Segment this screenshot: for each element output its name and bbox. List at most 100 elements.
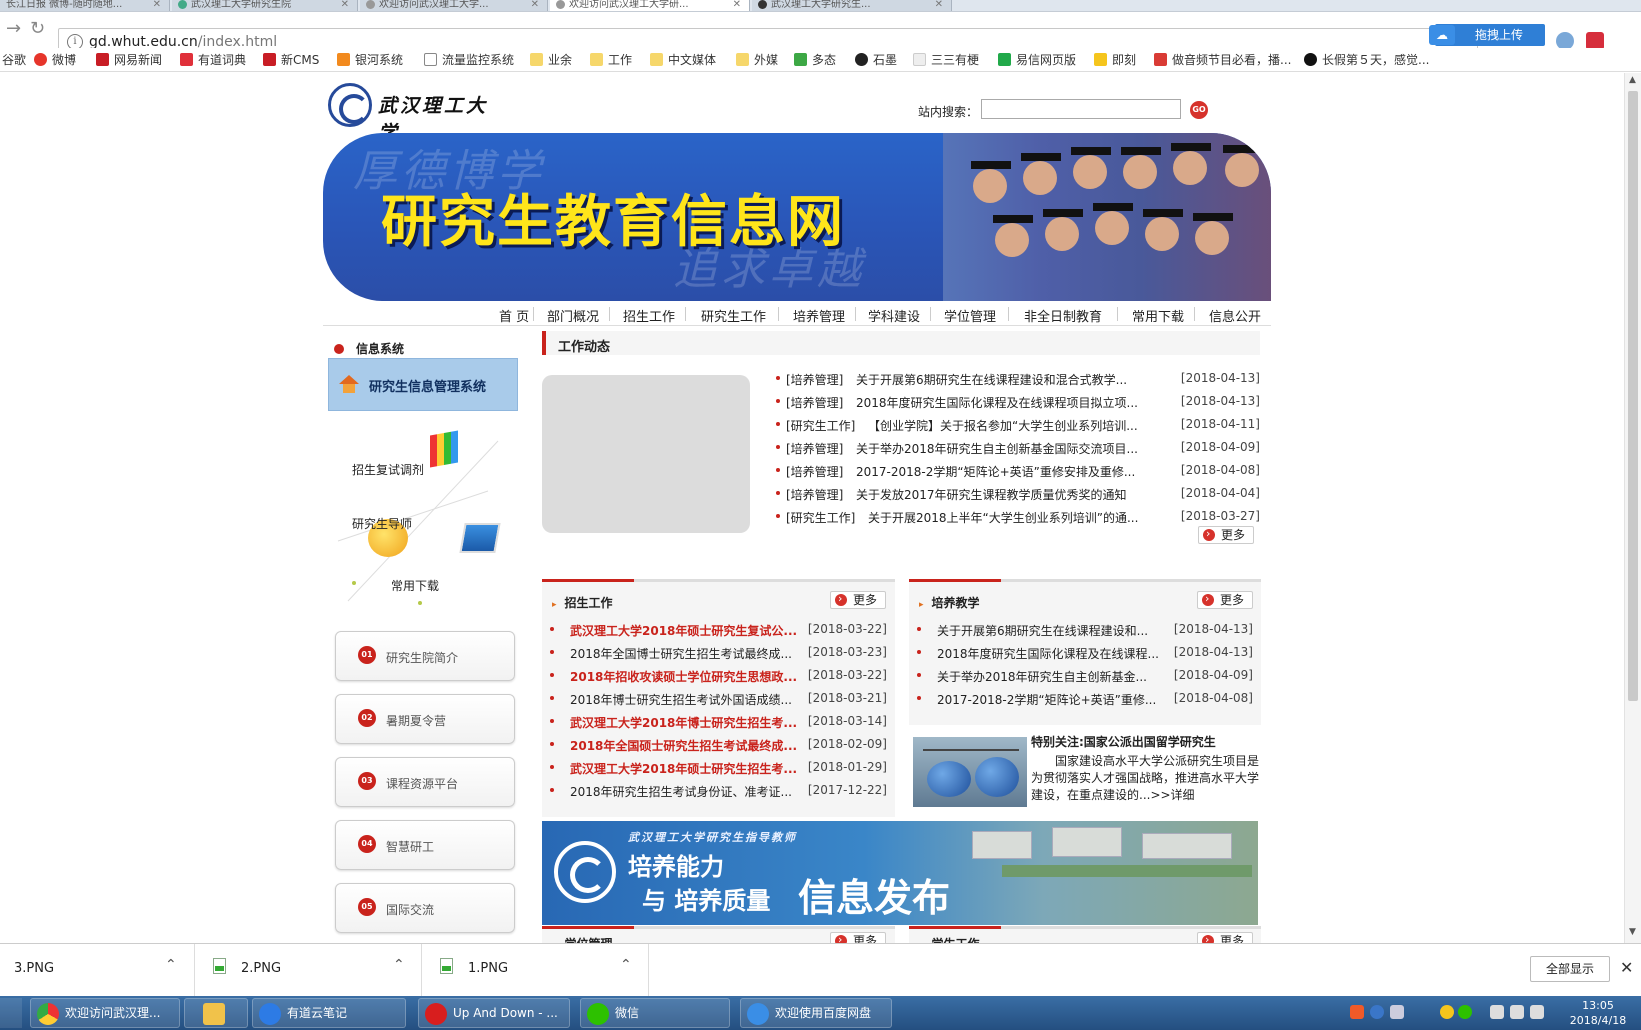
- nav-downloads[interactable]: 常用下载: [1132, 306, 1184, 325]
- more-button[interactable]: 更多: [830, 932, 886, 943]
- bookmark[interactable]: 易信网页版: [998, 52, 1076, 68]
- list-item[interactable]: [研究生工作] 【创业学院】关于报名参加“大学生创业系列培训... [2018-04…: [776, 415, 1260, 438]
- chevron-up-icon[interactable]: ⌃: [620, 957, 632, 973]
- nav-graduate-work[interactable]: 研究生工作: [701, 306, 766, 325]
- close-tab-icon[interactable]: ✕: [153, 0, 161, 10]
- nav-home[interactable]: 首 页: [499, 306, 529, 325]
- taskbar-wechat[interactable]: 微信: [580, 998, 730, 1028]
- chevron-up-icon[interactable]: ⌃: [393, 957, 405, 973]
- nav-part-time[interactable]: 非全日制教育: [1024, 306, 1102, 325]
- network-icon[interactable]: [1390, 1005, 1404, 1019]
- list-item[interactable]: 武汉理工大学2018年博士研究生招生考... [2018-03-14]: [550, 712, 887, 735]
- more-button[interactable]: 更多: [1197, 591, 1253, 609]
- bookmark[interactable]: 三三有梗: [913, 52, 979, 68]
- bookmark[interactable]: 做音频节目必看，播...: [1154, 52, 1291, 68]
- list-item[interactable]: 武汉理工大学2018年硕士研究生复试公... [2018-03-22]: [550, 620, 887, 643]
- intro-button[interactable]: 01 研究生院简介: [335, 631, 515, 681]
- browser-tab[interactable]: 武汉理工大学研究生院 ✕: [172, 0, 358, 11]
- list-item[interactable]: [培养管理] 关于开展第6期研究生在线课程建设和混合式教学... [2018-04-…: [776, 369, 1260, 392]
- taskbar-netease-music[interactable]: Up And Down - ...: [418, 998, 570, 1028]
- close-tab-icon[interactable]: ✕: [733, 0, 741, 10]
- scroll-up-icon[interactable]: ▲: [1629, 75, 1636, 85]
- supervisor-info-banner[interactable]: 武汉理工大学研究生指导教师 培养能力 与 培养质量 信息发布: [542, 821, 1258, 925]
- special-title[interactable]: 特别关注:国家公派出国留学研究生: [1031, 733, 1216, 750]
- quick-link-supervisors[interactable]: 研究生导师: [352, 515, 412, 532]
- close-tab-icon[interactable]: ✕: [341, 0, 349, 10]
- nav-degree[interactable]: 学位管理: [944, 306, 996, 325]
- list-item[interactable]: 2018年研究生招生考试身份证、准考证... [2017-12-22]: [550, 781, 887, 804]
- qq-icon[interactable]: [1440, 1005, 1454, 1019]
- list-item[interactable]: 2018年全国硕士研究生招生考试最终成... [2018-02-09]: [550, 735, 887, 758]
- bookmark[interactable]: 网易新闻: [96, 52, 162, 68]
- list-item[interactable]: 武汉理工大学2018年硕士研究生招生考... [2018-01-29]: [550, 758, 887, 781]
- browser-tab[interactable]: 欢迎访问武汉理工大学... ✕: [360, 0, 548, 11]
- chevron-up-icon[interactable]: ⌃: [165, 957, 177, 973]
- list-item[interactable]: [培养管理] 2018年度研究生国际化课程及在线课程项目拟立项... [2018-0…: [776, 392, 1260, 415]
- browser-tab[interactable]: 长江日报 微博-随时随地... ✕: [0, 0, 170, 11]
- nav-department[interactable]: 部门概况: [547, 306, 599, 325]
- list-item[interactable]: 2018年度研究生国际化课程及在线课程... [2018-04-13]: [917, 643, 1253, 666]
- list-item[interactable]: [培养管理] 2017-2018-2学期“矩阵论+英语”重修安排及重修... [20…: [776, 461, 1260, 484]
- site-search-input[interactable]: [981, 99, 1181, 119]
- bookmark[interactable]: 即刻: [1094, 52, 1136, 68]
- reload-icon[interactable]: ↻: [30, 20, 45, 38]
- bookmark[interactable]: 谷歌: [2, 52, 26, 68]
- close-tab-icon[interactable]: ✕: [531, 0, 539, 10]
- scales-globe-image[interactable]: [913, 737, 1027, 807]
- scroll-thumb[interactable]: [1628, 91, 1638, 701]
- list-item[interactable]: 2018年招收攻读硕士学位研究生思想政... [2018-03-22]: [550, 666, 887, 689]
- close-tab-icon[interactable]: ✕: [935, 0, 943, 10]
- search-go-button[interactable]: GO: [1190, 101, 1208, 119]
- bookmark-folder[interactable]: 中文媒体: [650, 52, 716, 68]
- close-icon[interactable]: ✕: [1620, 958, 1633, 977]
- list-item[interactable]: [培养管理] 关于举办2018年研究生自主创新基金国际交流项目... [2018-0…: [776, 438, 1260, 461]
- bookmark[interactable]: 有道词典: [180, 52, 246, 68]
- more-button[interactable]: 更多: [830, 591, 886, 609]
- quick-link-downloads[interactable]: 常用下载: [391, 577, 439, 594]
- baidu-upload-button[interactable]: ☁ 拖拽上传: [1429, 24, 1545, 46]
- university-logo[interactable]: 武汉理工大学: [328, 83, 508, 144]
- page-scrollbar[interactable]: ▲ ▼: [1624, 73, 1641, 943]
- system-clock[interactable]: 13:05 2018/4/18: [1560, 998, 1636, 1028]
- taskbar-chrome[interactable]: 欢迎访问武汉理...: [30, 998, 180, 1028]
- nav-admissions[interactable]: 招生工作: [623, 306, 675, 325]
- list-item[interactable]: 2018年博士研究生招生考试外国语成绩... [2018-03-21]: [550, 689, 887, 712]
- flag-icon[interactable]: [1490, 1005, 1504, 1019]
- show-all-button[interactable]: 全部显示: [1530, 956, 1610, 982]
- bookmark[interactable]: 长假第５天，感觉...: [1304, 52, 1429, 68]
- quick-link-adjustment[interactable]: 招生复试调剂: [352, 461, 424, 478]
- taskbar-explorer[interactable]: [184, 998, 248, 1028]
- bookmark[interactable]: 流量监控系统: [424, 52, 514, 68]
- special-summary[interactable]: 国家建设高水平大学公派研究生项目是为贯彻落实人才强国战略，推进高水平大学建设，在…: [1031, 753, 1261, 804]
- bookmark-folder[interactable]: 业余: [530, 52, 572, 68]
- list-item[interactable]: 2017-2018-2学期“矩阵论+英语”重修... [2018-04-08]: [917, 689, 1253, 712]
- nav-training[interactable]: 培养管理: [793, 306, 845, 325]
- course-platform-button[interactable]: 03 课程资源平台: [335, 757, 515, 807]
- help-icon[interactable]: [1370, 1005, 1384, 1019]
- scroll-down-icon[interactable]: ▼: [1629, 927, 1636, 937]
- download-item[interactable]: 2.PNG ⌃: [195, 944, 422, 997]
- graduate-info-system-link[interactable]: 研究生信息管理系统: [328, 358, 518, 411]
- list-item[interactable]: [培养管理] 关于发放2017年研究生课程教学质量优秀奖的通知 [2018-04-0…: [776, 484, 1260, 507]
- news-image-placeholder[interactable]: [542, 375, 750, 533]
- bookmark[interactable]: 银河系统: [337, 52, 403, 68]
- more-button[interactable]: 更多: [1198, 526, 1254, 544]
- nav-disclosure[interactable]: 信息公开: [1209, 306, 1261, 325]
- nav-discipline[interactable]: 学科建设: [868, 306, 920, 325]
- smart-campus-button[interactable]: 04 智慧研工: [335, 820, 515, 870]
- list-item[interactable]: 2018年全国博士研究生招生考试最终成... [2018-03-23]: [550, 643, 887, 666]
- bookmark[interactable]: 多态: [794, 52, 836, 68]
- list-item[interactable]: 关于举办2018年研究生自主创新基金... [2018-04-09]: [917, 666, 1253, 689]
- list-item[interactable]: 关于开展第6期研究生在线课程建设和... [2018-04-13]: [917, 620, 1253, 643]
- start-button[interactable]: [0, 998, 22, 1028]
- sogou-icon[interactable]: [1350, 1005, 1364, 1019]
- browser-tab[interactable]: 武汉理工大学研究生... ✕: [752, 0, 952, 11]
- download-item[interactable]: 1.PNG ⌃: [422, 944, 649, 997]
- volume-icon[interactable]: [1530, 1005, 1544, 1019]
- summer-camp-button[interactable]: 02 暑期夏令营: [335, 694, 515, 744]
- browser-tab-active[interactable]: 欢迎访问武汉理工大学研... ✕: [550, 0, 750, 11]
- taskbar-youdao-note[interactable]: 有道云笔记: [252, 998, 406, 1028]
- bookmark-folder[interactable]: 外媒: [736, 52, 778, 68]
- download-item[interactable]: 3.PNG ⌃: [0, 944, 195, 997]
- bookmark[interactable]: 新CMS: [263, 52, 319, 68]
